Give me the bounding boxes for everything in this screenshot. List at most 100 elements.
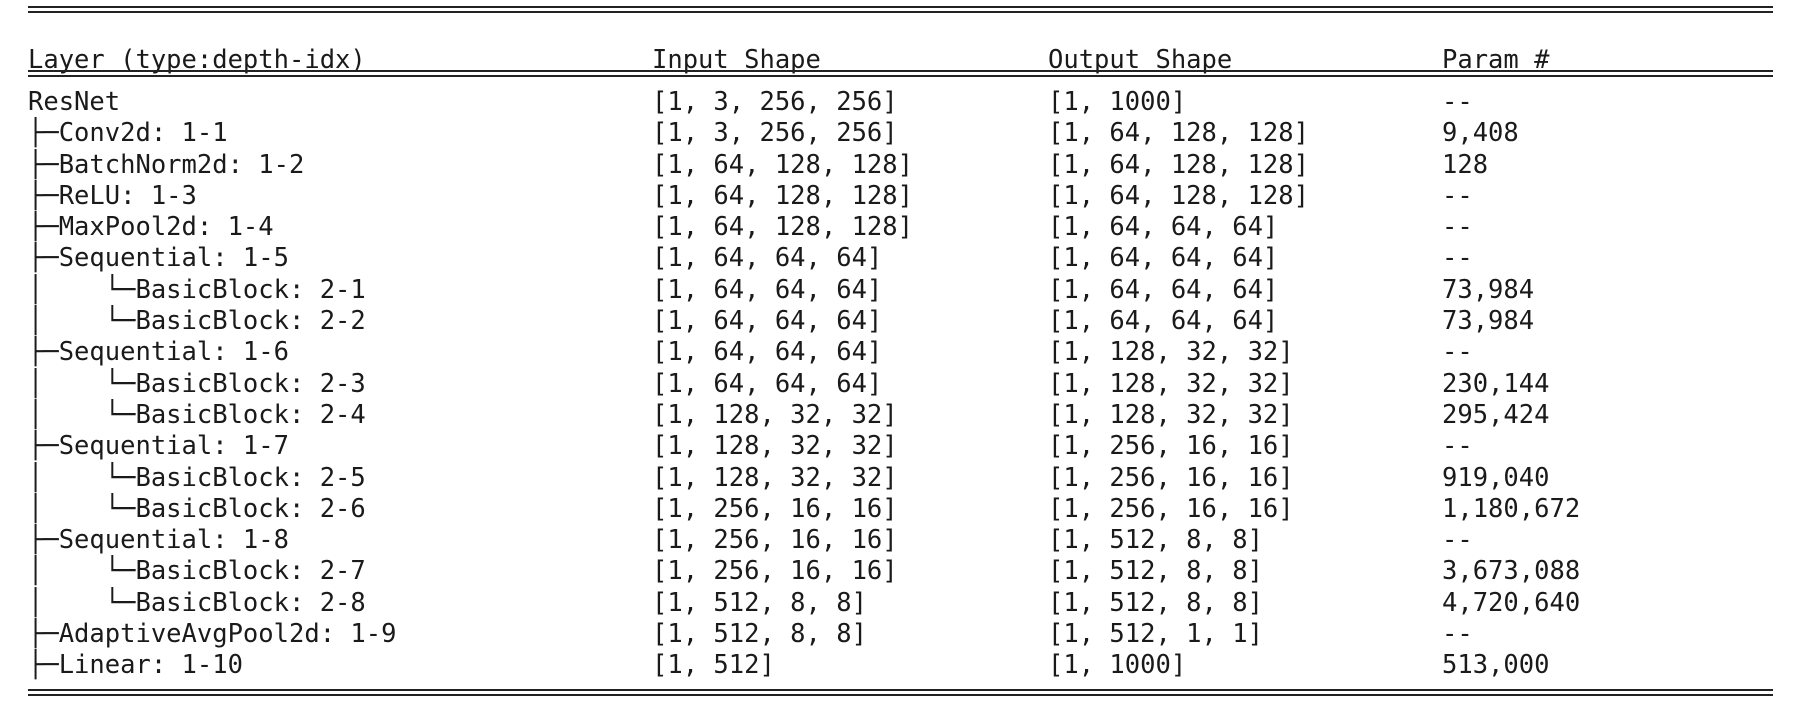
input-shape-cell: [1, 64, 128, 128]	[652, 149, 913, 180]
output-shape-cell: [1, 64, 128, 128]	[1048, 118, 1309, 149]
input-shape-cell: [1, 256, 16, 16]	[652, 556, 898, 587]
layer-cell: ├─MaxPool2d: 1-4	[28, 212, 274, 243]
table-row: ResNet [1, 3, 256, 256] [1, 1000] --	[28, 87, 1773, 118]
layer-cell: ├─Sequential: 1-8	[28, 525, 289, 556]
input-shape-cell: [1, 64, 128, 128]	[652, 180, 913, 211]
table-row: │ └─BasicBlock: 2-6 [1, 256, 16, 16] [1, 2…	[28, 494, 1773, 525]
table-row: │ └─BasicBlock: 2-7 [1, 256, 16, 16] [1, 5…	[28, 556, 1773, 587]
layer-cell: │ └─BasicBlock: 2-7	[28, 556, 366, 587]
output-shape-cell: [1, 64, 64, 64]	[1048, 306, 1279, 337]
param-count-cell: 230,144	[1442, 368, 1550, 399]
output-shape-cell: [1, 64, 128, 128]	[1048, 149, 1309, 180]
param-count-cell: 4,720,640	[1442, 587, 1581, 618]
table-row: │ └─BasicBlock: 2-2 [1, 64, 64, 64] [1, 64…	[28, 306, 1773, 337]
input-shape-cell: [1, 3, 256, 256]	[652, 87, 898, 117]
table-row: ├─Sequential: 1-7 [1, 128, 32, 32] [1, 256…	[28, 431, 1773, 462]
output-shape-cell: [1, 512, 8, 8]	[1048, 525, 1263, 556]
input-shape-cell: [1, 64, 64, 64]	[652, 368, 883, 399]
input-shape-cell: [1, 64, 64, 64]	[652, 306, 883, 337]
layer-cell: ├─BatchNorm2d: 1-2	[28, 149, 305, 180]
param-count-cell: --	[1442, 180, 1473, 211]
output-shape-cell: [1, 128, 32, 32]	[1048, 368, 1294, 399]
param-count-cell: 3,673,088	[1442, 556, 1581, 587]
output-shape-cell: [1, 512, 8, 8]	[1048, 587, 1263, 618]
param-count-cell: 73,984	[1442, 274, 1535, 305]
double-rule-header	[28, 66, 1773, 80]
layer-cell: ├─ReLU: 1-3	[28, 180, 197, 211]
table-row: ├─Linear: 1-10 [1, 512] [1, 1000] 513,000	[28, 650, 1773, 681]
output-shape-cell: [1, 64, 128, 128]	[1048, 180, 1309, 211]
input-shape-cell: [1, 512, 8, 8]	[652, 619, 867, 650]
input-shape-cell: [1, 64, 64, 64]	[652, 337, 883, 368]
param-count-cell: 1,180,672	[1442, 493, 1581, 524]
layer-cell: ├─Sequential: 1-7	[28, 431, 289, 462]
output-shape-cell: [1, 256, 16, 16]	[1048, 462, 1294, 493]
input-shape-cell: [1, 64, 64, 64]	[652, 274, 883, 305]
layer-cell: ├─Sequential: 1-6	[28, 337, 289, 368]
table-row: ├─Conv2d: 1-1 [1, 3, 256, 256] [1, 64, 128…	[28, 118, 1773, 149]
output-shape-cell: [1, 128, 32, 32]	[1048, 337, 1294, 368]
table-body: ResNet [1, 3, 256, 256] [1, 1000] -- ├─Conv2…	[28, 80, 1773, 682]
param-count-cell: 128	[1442, 149, 1489, 180]
header-row: Layer (type:depth-idx) Input Shape Outpu…	[28, 16, 1773, 75]
param-count-cell: 9,408	[1442, 118, 1519, 149]
table-row: │ └─BasicBlock: 2-4 [1, 128, 32, 32] [1, 1…	[28, 400, 1773, 431]
layer-cell: ResNet	[28, 87, 121, 117]
output-shape-cell: [1, 512, 1, 1]	[1048, 619, 1263, 650]
param-count-cell: 513,000	[1442, 650, 1550, 681]
output-shape-cell: [1, 512, 8, 8]	[1048, 556, 1263, 587]
param-count-cell: 919,040	[1442, 462, 1550, 493]
table-row: ├─BatchNorm2d: 1-2 [1, 64, 128, 128] [1, 6…	[28, 150, 1773, 181]
output-shape-cell: [1, 1000]	[1048, 87, 1187, 117]
output-shape-cell: [1, 64, 64, 64]	[1048, 243, 1279, 274]
param-count-cell: 73,984	[1442, 306, 1535, 337]
table-row: ├─Sequential: 1-8 [1, 256, 16, 16] [1, 512…	[28, 525, 1773, 556]
param-count-cell: --	[1442, 243, 1473, 274]
layer-cell: ├─Conv2d: 1-1	[28, 118, 228, 149]
layer-cell: │ └─BasicBlock: 2-5	[28, 462, 366, 493]
table-row: │ └─BasicBlock: 2-3 [1, 64, 64, 64] [1, 12…	[28, 369, 1773, 400]
input-shape-cell: [1, 64, 128, 128]	[652, 212, 913, 243]
double-rule-top	[28, 2, 1773, 16]
layer-cell: │ └─BasicBlock: 2-2	[28, 306, 366, 337]
table-row: │ └─BasicBlock: 2-8 [1, 512, 8, 8] [1, 512…	[28, 588, 1773, 619]
output-shape-cell: [1, 256, 16, 16]	[1048, 431, 1294, 462]
param-count-cell: 295,424	[1442, 399, 1550, 430]
table-row: │ └─BasicBlock: 2-5 [1, 128, 32, 32] [1, 2…	[28, 463, 1773, 494]
param-count-cell: --	[1442, 431, 1473, 462]
layer-cell: │ └─BasicBlock: 2-8	[28, 587, 366, 618]
output-shape-cell: [1, 128, 32, 32]	[1048, 399, 1294, 430]
table-row: ├─MaxPool2d: 1-4 [1, 64, 128, 128] [1, 64,…	[28, 212, 1773, 243]
table-row: ├─AdaptiveAvgPool2d: 1-9 [1, 512, 8, 8] [1…	[28, 619, 1773, 650]
input-shape-cell: [1, 256, 16, 16]	[652, 493, 898, 524]
input-shape-cell: [1, 128, 32, 32]	[652, 399, 898, 430]
input-shape-cell: [1, 64, 64, 64]	[652, 243, 883, 274]
input-shape-cell: [1, 3, 256, 256]	[652, 118, 898, 149]
output-shape-cell: [1, 256, 16, 16]	[1048, 493, 1294, 524]
model-summary-table: Layer (type:depth-idx) Input Shape Outpu…	[28, 0, 1773, 699]
input-shape-cell: [1, 128, 32, 32]	[652, 462, 898, 493]
layer-cell: │ └─BasicBlock: 2-6	[28, 493, 366, 524]
param-count-cell: --	[1442, 337, 1473, 368]
output-shape-cell: [1, 64, 64, 64]	[1048, 274, 1279, 305]
input-shape-cell: [1, 512]	[652, 650, 775, 681]
output-shape-cell: [1, 64, 64, 64]	[1048, 212, 1279, 243]
output-shape-cell: [1, 1000]	[1048, 650, 1187, 681]
param-count-cell: --	[1442, 525, 1473, 556]
table-row: ├─ReLU: 1-3 [1, 64, 128, 128] [1, 64, 128,…	[28, 181, 1773, 212]
input-shape-cell: [1, 512, 8, 8]	[652, 587, 867, 618]
param-count-cell: --	[1442, 87, 1473, 117]
table-row: ├─Sequential: 1-5 [1, 64, 64, 64] [1, 64, …	[28, 243, 1773, 274]
double-rule-bottom	[28, 685, 1773, 699]
table-row: │ └─BasicBlock: 2-1 [1, 64, 64, 64] [1, 64…	[28, 275, 1773, 306]
param-count-cell: --	[1442, 212, 1473, 243]
input-shape-cell: [1, 256, 16, 16]	[652, 525, 898, 556]
layer-cell: │ └─BasicBlock: 2-3	[28, 368, 366, 399]
layer-cell: ├─AdaptiveAvgPool2d: 1-9	[28, 619, 397, 650]
param-count-cell: --	[1442, 619, 1473, 650]
layer-cell: │ └─BasicBlock: 2-4	[28, 399, 366, 430]
input-shape-cell: [1, 128, 32, 32]	[652, 431, 898, 462]
table-row: ├─Sequential: 1-6 [1, 64, 64, 64] [1, 128,…	[28, 337, 1773, 368]
layer-cell: ├─Sequential: 1-5	[28, 243, 289, 274]
layer-cell: │ └─BasicBlock: 2-1	[28, 274, 366, 305]
